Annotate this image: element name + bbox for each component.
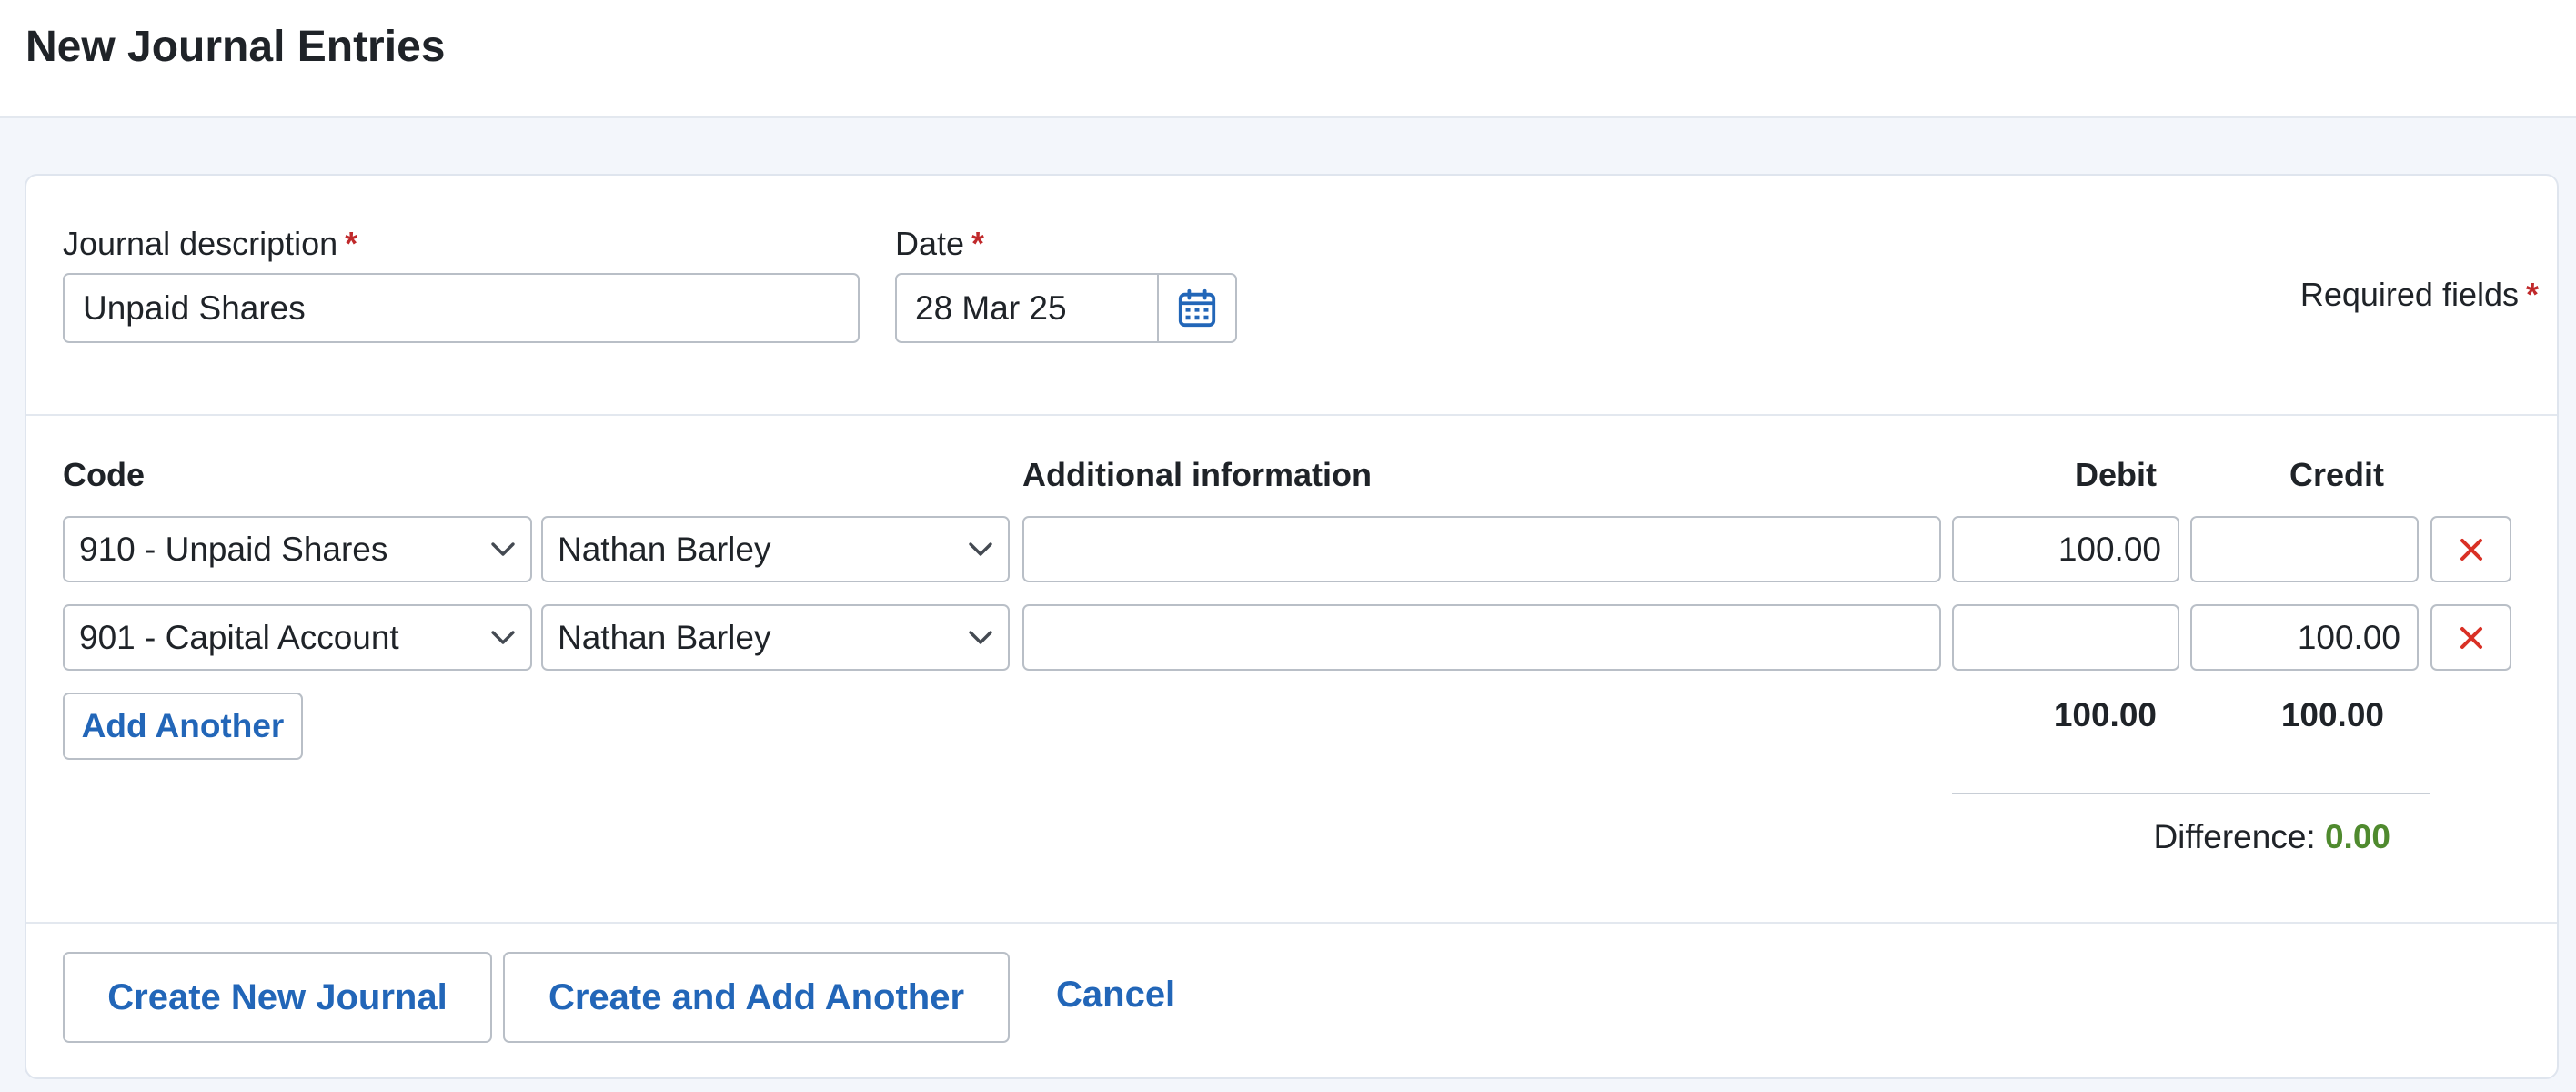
close-icon: [2460, 538, 2482, 561]
required-asterisk: *: [345, 225, 358, 262]
column-header-debit: Debit: [2075, 456, 2157, 493]
chevron-down-icon: [491, 541, 515, 556]
column-header-additional-information: Additional information: [1022, 456, 1372, 493]
totals-divider: [1952, 793, 2430, 794]
debit-input[interactable]: 100.00: [1952, 516, 2179, 582]
create-new-journal-button[interactable]: Create New Journal: [63, 952, 492, 1043]
debit-total: 100.00: [2053, 696, 2157, 733]
debit-input[interactable]: [1952, 604, 2179, 671]
account-code-value: 910 - Unpaid Shares: [79, 530, 388, 568]
column-header-code: Code: [63, 456, 145, 493]
credit-value: 100.00: [2297, 618, 2400, 656]
chevron-down-icon: [969, 541, 992, 556]
journal-form-card: Journal description * Unpaid Shares Date *…: [25, 174, 2559, 1079]
account-code-value: 901 - Capital Account: [79, 618, 399, 656]
credit-input[interactable]: [2190, 516, 2419, 582]
page-header: New Journal Entries: [0, 0, 2576, 118]
contact-value: Nathan Barley: [558, 618, 771, 656]
required-asterisk: *: [2525, 276, 2539, 313]
create-and-add-another-button[interactable]: Create and Add Another: [503, 952, 1010, 1043]
journal-description-label-text: Journal description: [63, 225, 338, 262]
journal-description-label: Journal description *: [63, 224, 357, 264]
contact-select[interactable]: Nathan Barley: [541, 604, 1010, 671]
contact-value: Nathan Barley: [558, 530, 771, 568]
cancel-button[interactable]: Cancel: [1056, 975, 1175, 1016]
page-title: New Journal Entries: [25, 23, 446, 71]
calendar-icon: [1178, 288, 1216, 327]
footer-divider: [26, 922, 2557, 924]
difference-value: 0.00: [2324, 818, 2390, 855]
delete-row-button[interactable]: [2430, 516, 2511, 582]
account-code-select[interactable]: 910 - Unpaid Shares: [63, 516, 532, 582]
add-another-button[interactable]: Add Another: [63, 693, 303, 760]
contact-select[interactable]: Nathan Barley: [541, 516, 1010, 582]
journal-description-value: Unpaid Shares: [83, 288, 306, 327]
credit-input[interactable]: 100.00: [2190, 604, 2419, 671]
required-fields-text: Required fields: [2299, 276, 2519, 313]
section-divider: [26, 414, 2557, 416]
difference-summary: Difference: 0.00: [2153, 817, 2390, 857]
date-value: 28 Mar 25: [915, 288, 1067, 327]
account-code-select[interactable]: 901 - Capital Account: [63, 604, 532, 671]
additional-information-input[interactable]: [1022, 604, 1941, 671]
journal-description-input[interactable]: Unpaid Shares: [63, 273, 860, 343]
delete-row-button[interactable]: [2430, 604, 2511, 671]
date-label-text: Date: [895, 225, 965, 262]
date-input[interactable]: 28 Mar 25: [897, 275, 1157, 341]
required-fields-note: Required fields *: [2300, 275, 2539, 315]
close-icon: [2460, 626, 2482, 649]
date-label: Date *: [895, 224, 984, 264]
debit-value: 100.00: [2058, 530, 2161, 568]
date-field: 28 Mar 25: [895, 273, 1237, 343]
column-header-credit: Credit: [2289, 456, 2384, 493]
difference-label: Difference:: [2153, 818, 2316, 855]
date-picker-button[interactable]: [1157, 275, 1235, 341]
required-asterisk: *: [971, 225, 985, 262]
credit-total: 100.00: [2280, 696, 2384, 733]
chevron-down-icon: [969, 630, 992, 644]
chevron-down-icon: [491, 630, 515, 644]
additional-information-input[interactable]: [1022, 516, 1941, 582]
